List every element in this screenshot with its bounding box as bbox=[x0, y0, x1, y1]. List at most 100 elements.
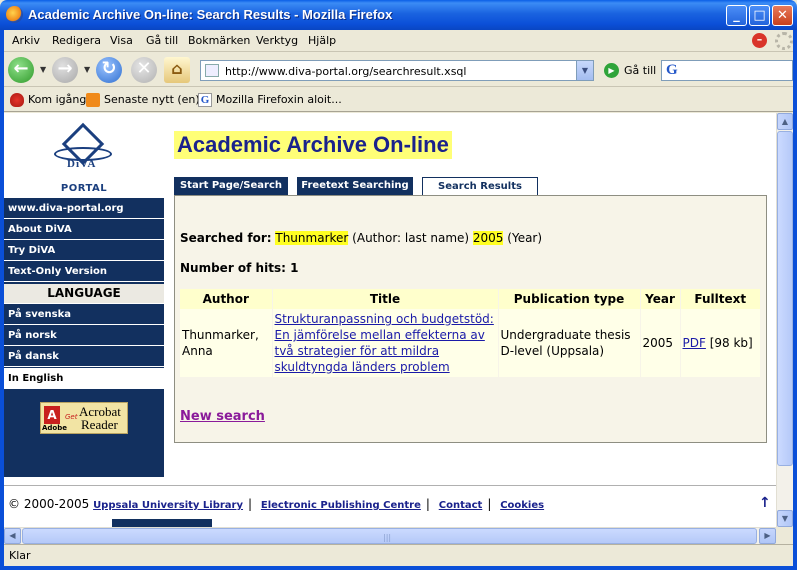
status-bar: Klar bbox=[4, 544, 793, 566]
go-button[interactable]: Gå till bbox=[624, 64, 656, 77]
home-icon: ⌂ bbox=[164, 57, 190, 83]
result-title-link[interactable]: Strukturanpassning och budgetstöd: En jä… bbox=[275, 312, 494, 374]
menu-verktyg[interactable]: Verktyg bbox=[256, 34, 298, 47]
results-table: Author Title Publication type Year Fullt… bbox=[180, 289, 761, 377]
back-to-top-icon[interactable]: ↑ bbox=[759, 495, 771, 511]
cell-fulltext: PDF [98 kb] bbox=[680, 309, 761, 377]
scroll-left-icon[interactable]: ◀ bbox=[4, 528, 21, 544]
scroll-right-icon[interactable]: ▶ bbox=[759, 528, 776, 544]
status-text: Klar bbox=[9, 549, 31, 562]
forward-arrow-icon: → bbox=[52, 57, 78, 83]
footer-link-contact[interactable]: Contact bbox=[439, 500, 483, 511]
hits-summary: Number of hits: 1 bbox=[180, 261, 298, 275]
copyright: © 2000-2005 bbox=[8, 497, 90, 511]
navigation-toolbar: ← ▼ → ▼ ↻ ✕ ⌂ http://www.diva-portal.org… bbox=[4, 53, 793, 87]
page-title: Academic Archive On-line bbox=[174, 131, 452, 159]
query-year-type: (Year) bbox=[507, 231, 543, 245]
throbber-icon bbox=[775, 32, 793, 50]
menu-ga-till[interactable]: Gå till bbox=[146, 34, 178, 47]
rss-feed-icon bbox=[86, 93, 100, 107]
window-title-bar[interactable]: Academic Archive On-line: Search Results… bbox=[0, 0, 797, 30]
stop-button[interactable]: ✕ bbox=[131, 57, 157, 83]
back-button[interactable]: ← bbox=[8, 57, 34, 83]
reload-button[interactable]: ↻ bbox=[96, 57, 122, 83]
horizontal-scroll-thumb[interactable]: ||| bbox=[22, 528, 757, 544]
url-text: http://www.diva-portal.org/searchresult.… bbox=[225, 65, 467, 78]
bookmarks-toolbar: Kom igång Senaste nytt (en) G Mozilla Fi… bbox=[4, 88, 793, 112]
url-dropdown-icon[interactable]: ▼ bbox=[576, 61, 593, 80]
footer-link-publishing-centre[interactable]: Electronic Publishing Centre bbox=[261, 500, 421, 511]
bookmark-senaste-nytt[interactable]: Senaste nytt (en) bbox=[104, 93, 200, 106]
back-arrow-icon: ← bbox=[8, 57, 34, 83]
new-search-link[interactable]: New search bbox=[180, 409, 265, 424]
searched-for-label: Searched for: bbox=[180, 231, 272, 245]
vertical-scrollbar[interactable]: ▲ ▼ bbox=[776, 113, 793, 527]
sidebar-item-text-only[interactable]: Text-Only Version bbox=[4, 262, 164, 282]
back-history-dropdown-icon[interactable]: ▼ bbox=[40, 65, 46, 74]
tab-start-page-search[interactable]: Start Page/Search bbox=[174, 177, 288, 196]
stop-loading-icon[interactable]: – bbox=[752, 33, 767, 48]
footer-link-cookies[interactable]: Cookies bbox=[500, 500, 544, 511]
results-panel: Searched for: Thunmarker (Author: last n… bbox=[174, 195, 767, 443]
forward-history-dropdown-icon[interactable]: ▼ bbox=[84, 65, 90, 74]
bookmark-page-icon: G bbox=[198, 93, 212, 107]
cell-title: Strukturanpassning och budgetstöd: En jä… bbox=[272, 309, 499, 377]
cell-publication-type: Undergraduate thesis D-level (Uppsala) bbox=[498, 309, 641, 377]
close-window-button[interactable]: ✕ bbox=[772, 5, 793, 26]
menu-bar: Arkiv Redigera Visa Gå till Bokmärken Ve… bbox=[4, 30, 793, 52]
close-icon: ✕ bbox=[777, 8, 788, 23]
query-author-type: (Author: last name) bbox=[352, 231, 470, 245]
go-arrow-icon[interactable]: ▶ bbox=[604, 63, 619, 78]
url-bar[interactable]: http://www.diva-portal.org/searchresult.… bbox=[200, 60, 594, 81]
search-summary: Searched for: Thunmarker (Author: last n… bbox=[180, 231, 542, 245]
window-frame-right bbox=[793, 30, 797, 570]
sidebar-item-norsk[interactable]: På norsk bbox=[4, 326, 164, 346]
diva-logo-text: DiVA bbox=[67, 158, 97, 170]
bookmark-firefox-aloitus[interactable]: Mozilla Firefoxin aloit... bbox=[216, 93, 342, 106]
bookmark-kom-igang[interactable]: Kom igång bbox=[28, 93, 86, 106]
window-frame-bottom bbox=[0, 566, 797, 570]
menu-redigera[interactable]: Redigera bbox=[52, 34, 101, 47]
column-header-author: Author bbox=[180, 289, 273, 309]
results-header-row: Author Title Publication type Year Fullt… bbox=[180, 289, 761, 309]
bookmark-firefox-icon bbox=[10, 93, 24, 107]
sidebar-item-english: In English bbox=[4, 368, 164, 389]
vertical-scroll-thumb[interactable] bbox=[777, 131, 793, 466]
home-button[interactable]: ⌂ bbox=[164, 57, 190, 83]
pdf-link[interactable]: PDF bbox=[683, 336, 706, 350]
sidebar-item-try[interactable]: Try DiVA bbox=[4, 241, 164, 261]
search-input[interactable]: G bbox=[661, 60, 793, 81]
menu-bokmarken[interactable]: Bokmärken bbox=[188, 34, 250, 47]
google-search-icon[interactable]: G bbox=[666, 62, 678, 79]
scrollbar-corner bbox=[776, 527, 793, 544]
cell-author: Thunmarker, Anna bbox=[180, 309, 273, 377]
column-header-fulltext: Fulltext bbox=[680, 289, 761, 309]
footer-link-uppsala-library[interactable]: Uppsala University Library bbox=[93, 500, 243, 511]
footer-strip bbox=[112, 519, 212, 527]
scroll-up-icon[interactable]: ▲ bbox=[777, 113, 793, 130]
get-acrobat-reader-button[interactable]: A Adobe Get Acrobat Reader bbox=[40, 402, 128, 434]
adobe-label: Adobe bbox=[42, 424, 67, 432]
menu-arkiv[interactable]: Arkiv bbox=[12, 34, 40, 47]
menu-visa[interactable]: Visa bbox=[110, 34, 133, 47]
horizontal-scrollbar[interactable]: ◀ ||| ▶ bbox=[4, 527, 776, 544]
tab-search-results[interactable]: Search Results bbox=[422, 177, 538, 197]
diva-logo[interactable]: DiVA PORTAL bbox=[4, 113, 164, 198]
maximize-icon: □ bbox=[753, 8, 766, 23]
adobe-logo-icon: A bbox=[44, 406, 60, 424]
firefox-logo-icon bbox=[6, 6, 23, 23]
scroll-down-icon[interactable]: ▼ bbox=[777, 510, 793, 527]
maximize-button[interactable]: □ bbox=[749, 5, 770, 26]
query-year: 2005 bbox=[472, 231, 504, 245]
sidebar-item-svenska[interactable]: På svenska bbox=[4, 305, 164, 325]
forward-button[interactable]: → bbox=[52, 57, 78, 83]
acrobat-get-label: Get bbox=[65, 413, 78, 421]
menu-hjalp[interactable]: Hjälp bbox=[308, 34, 336, 47]
tab-freetext-searching[interactable]: Freetext Searching bbox=[297, 177, 413, 196]
sidebar-item-about[interactable]: About DiVA bbox=[4, 220, 164, 240]
column-header-title: Title bbox=[272, 289, 499, 309]
sidebar-item-dansk[interactable]: På dansk bbox=[4, 347, 164, 367]
sidebar-item-diva-portal[interactable]: www.diva-portal.org bbox=[4, 199, 164, 219]
minimize-button[interactable]: _ bbox=[726, 5, 747, 26]
query-author: Thunmarker bbox=[275, 231, 349, 245]
